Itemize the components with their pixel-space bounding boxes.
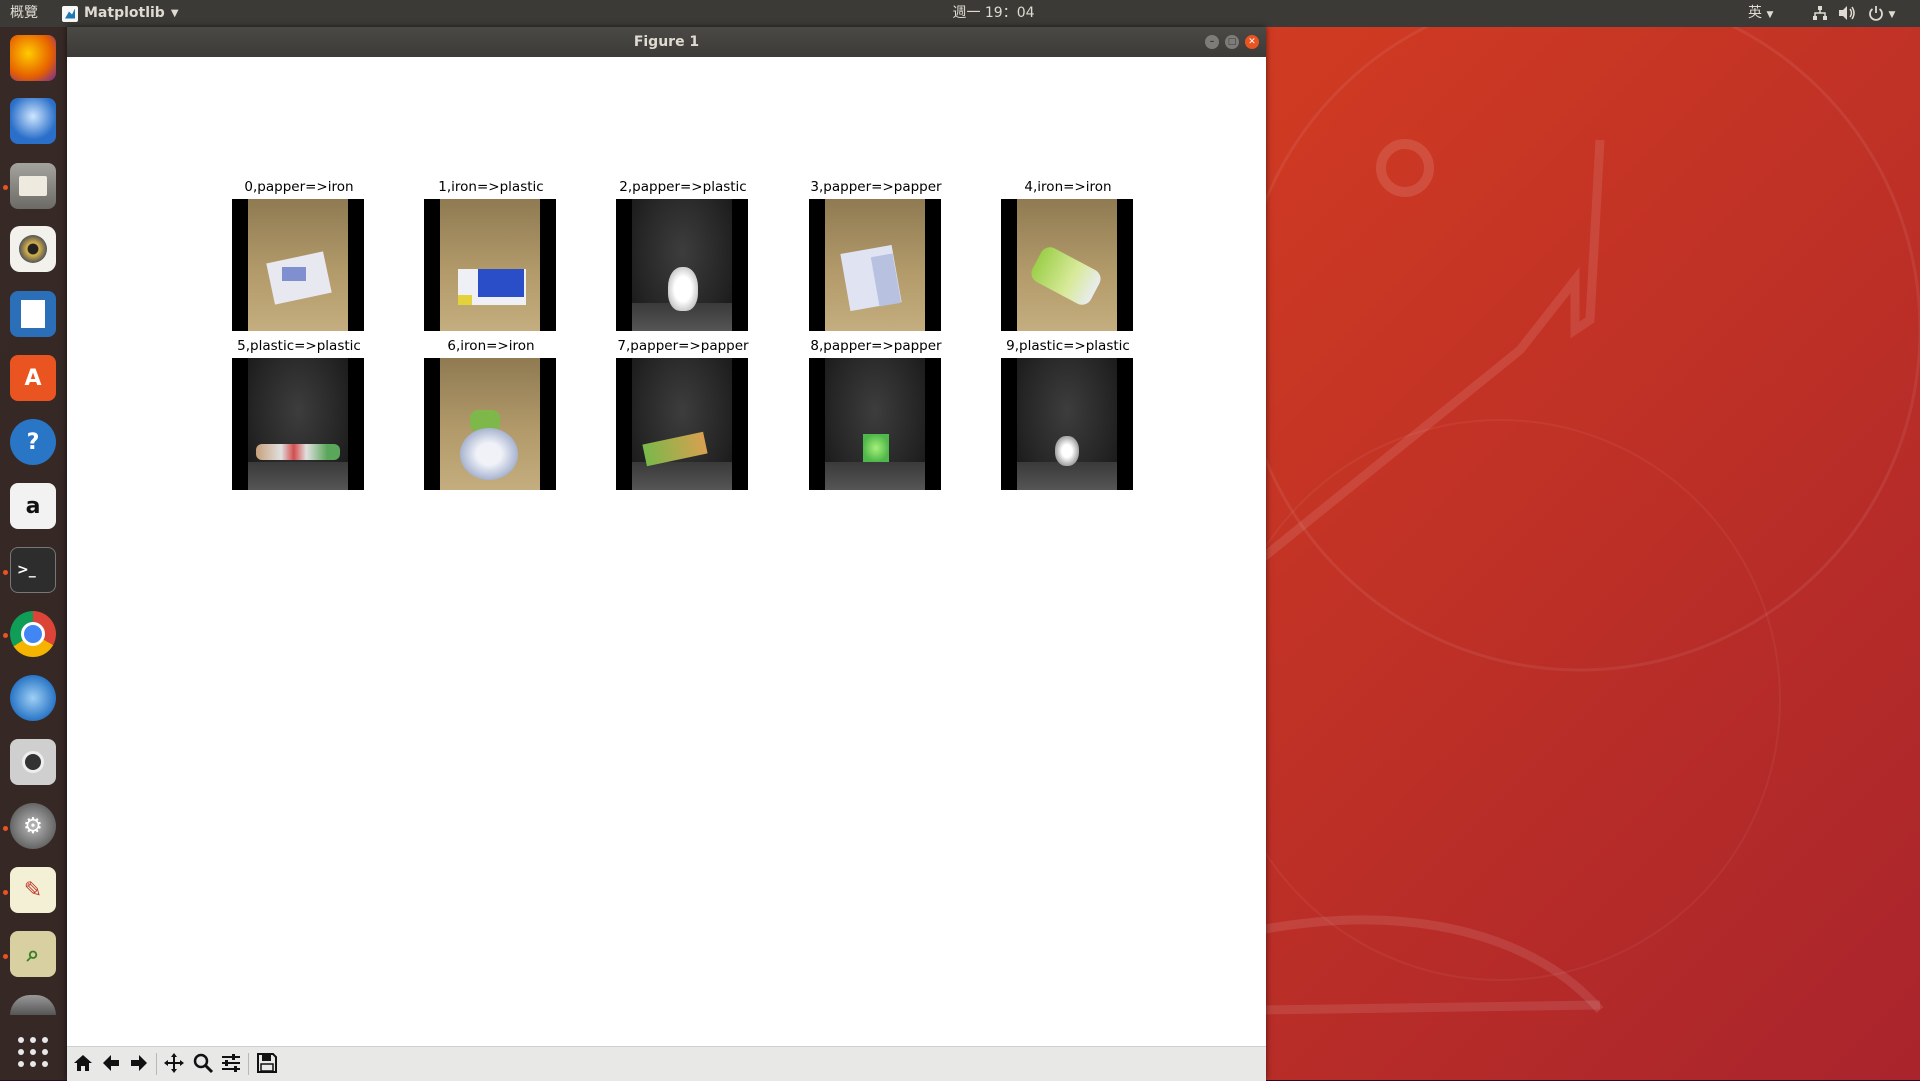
back-icon[interactable] xyxy=(99,1052,123,1076)
firefox-icon[interactable] xyxy=(10,35,56,81)
subplot-title: 8,papper=>papper xyxy=(810,338,942,354)
running-indicator xyxy=(3,954,8,959)
subplot-image xyxy=(1001,358,1133,490)
settings-icon[interactable]: ⚙ xyxy=(10,803,56,849)
save-icon[interactable] xyxy=(255,1052,279,1076)
subplot-image xyxy=(232,358,364,490)
terminal-icon[interactable]: >_ xyxy=(10,547,56,593)
show-applications-icon[interactable] xyxy=(10,1029,56,1075)
subplot-title: 6,iron=>iron xyxy=(447,338,535,354)
running-indicator xyxy=(3,890,8,895)
files-icon[interactable] xyxy=(10,163,56,209)
figure-window: Figure 1 – □ ✕ 0,papper=>iron 1,iron=>pl… xyxy=(67,27,1266,1081)
navigation-toolbar xyxy=(67,1046,1266,1081)
chevron-down-icon: ▼ xyxy=(1766,10,1774,20)
subplot-image xyxy=(1001,199,1133,331)
input-method-indicator[interactable]: 英 ▼ xyxy=(1748,0,1773,27)
subplot-title: 0,papper=>iron xyxy=(244,179,354,195)
software-center-icon[interactable]: A xyxy=(10,355,56,401)
toolbar-separator xyxy=(248,1053,249,1075)
subplot-image xyxy=(616,199,748,331)
top-bar: 概覽 Matplotlib ▼ 週一 19：04 英 ▼ ▼ xyxy=(0,0,1920,27)
running-indicator xyxy=(3,185,8,190)
dock: A ? a >_ ⚙ ✎ ⌕ xyxy=(0,27,67,1080)
close-icon[interactable]: ✕ xyxy=(1245,35,1259,49)
volume-icon[interactable] xyxy=(1838,0,1856,27)
minimize-icon[interactable]: – xyxy=(1205,35,1219,49)
figure-canvas[interactable]: 0,papper=>iron 1,iron=>plastic 2,papper=… xyxy=(67,57,1266,1046)
clock[interactable]: 週一 19：04 xyxy=(0,0,1920,27)
running-indicator xyxy=(3,633,8,638)
subplot-title: 3,papper=>papper xyxy=(810,179,942,195)
power-icon[interactable]: ▼ xyxy=(1868,0,1895,27)
help-icon[interactable]: ? xyxy=(10,419,56,465)
subplot-title: 4,iron=>iron xyxy=(1024,179,1112,195)
subplot-image xyxy=(232,199,364,331)
thunderbird-icon[interactable] xyxy=(10,98,56,144)
subplot-title: 1,iron=>plastic xyxy=(438,179,544,195)
zoom-icon[interactable] xyxy=(191,1052,215,1076)
window-titlebar[interactable]: Figure 1 – □ ✕ xyxy=(67,27,1266,57)
image-viewer-icon[interactable]: ⌕ xyxy=(10,931,56,977)
shotwell-icon[interactable] xyxy=(10,675,56,721)
rhythmbox-icon[interactable] xyxy=(10,226,56,272)
chevron-down-icon: ▼ xyxy=(1888,10,1896,20)
forward-icon[interactable] xyxy=(127,1052,151,1076)
chrome-icon[interactable] xyxy=(10,611,56,657)
running-indicator xyxy=(3,570,8,575)
home-icon[interactable] xyxy=(71,1052,95,1076)
network-icon[interactable] xyxy=(1812,0,1828,27)
subplot-image xyxy=(616,358,748,490)
input-method-label: 英 xyxy=(1748,5,1762,21)
extra-app-icon[interactable] xyxy=(10,995,56,1015)
writer-icon[interactable] xyxy=(10,291,56,337)
toolbar-separator xyxy=(156,1053,157,1075)
configure-subplots-icon[interactable] xyxy=(219,1052,243,1076)
subplot-title: 9,plastic=>plastic xyxy=(1006,338,1130,354)
subplot-image xyxy=(809,199,941,331)
subplot-title: 2,papper=>plastic xyxy=(619,179,747,195)
running-indicator xyxy=(3,826,8,831)
window-title: Figure 1 xyxy=(633,34,700,50)
subplot-image xyxy=(424,199,556,331)
maximize-icon[interactable]: □ xyxy=(1225,35,1239,49)
subplot-title: 7,papper=>papper xyxy=(617,338,749,354)
pan-icon[interactable] xyxy=(162,1052,186,1076)
subplot-image xyxy=(424,358,556,490)
camera-icon[interactable] xyxy=(10,739,56,785)
text-editor-icon[interactable]: ✎ xyxy=(10,867,56,913)
subplot-image xyxy=(809,358,941,490)
amazon-icon[interactable]: a xyxy=(10,483,56,529)
subplot-title: 5,plastic=>plastic xyxy=(237,338,361,354)
